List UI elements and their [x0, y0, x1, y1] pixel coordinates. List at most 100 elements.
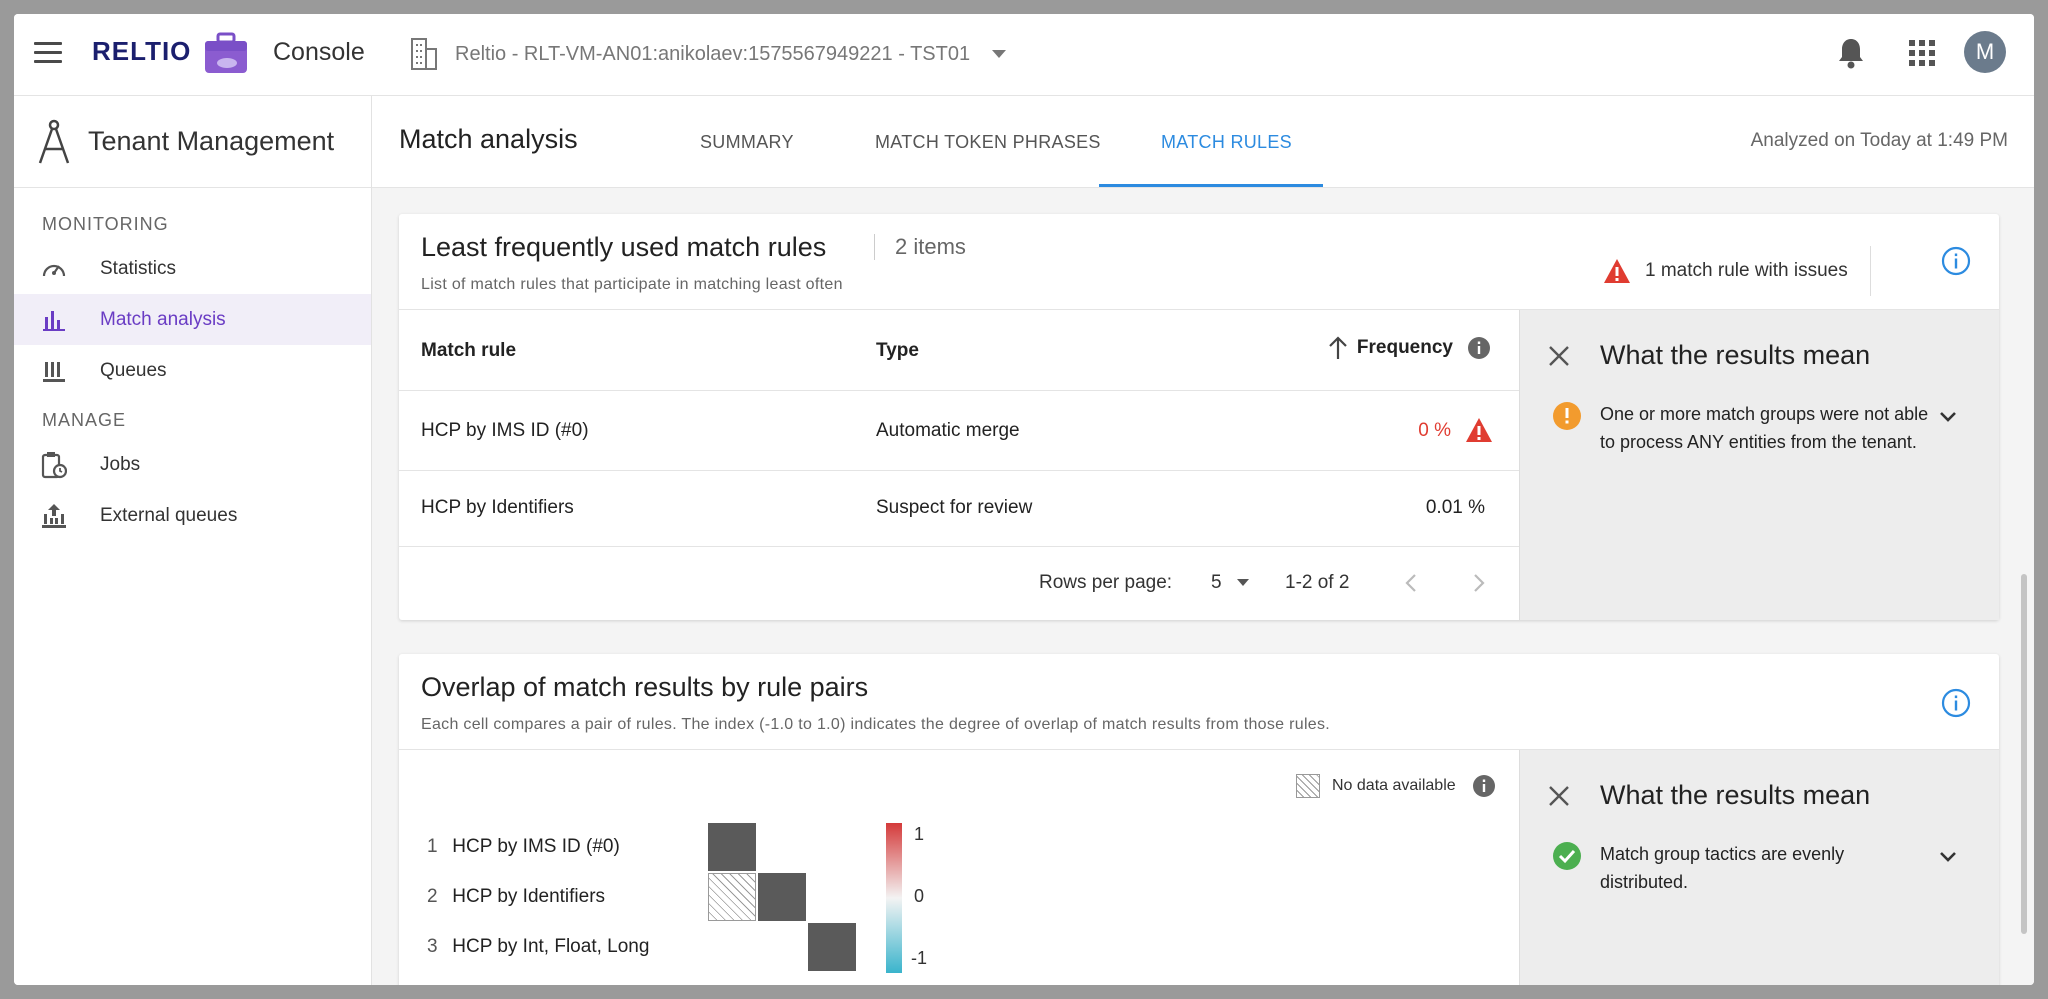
cell-type: Suspect for review — [876, 497, 1033, 518]
tenant-selector[interactable]: Reltio - RLT-VM-AN01:anikolaev:157556794… — [409, 34, 1007, 74]
app-window: RELTIO Console Reltio - RLT-VM-AN01:anik… — [14, 14, 2034, 985]
card-header: Least frequently used match rules 2 item… — [399, 214, 1999, 310]
results-meaning-panel: What the results mean One or more match … — [1519, 310, 1999, 620]
cell-type: Automatic merge — [876, 420, 1020, 441]
info-filled-icon[interactable] — [1472, 774, 1496, 798]
next-page-icon[interactable] — [1473, 573, 1485, 599]
main-content: Match analysis SUMMARY MATCH TOKEN PHRAS… — [372, 96, 2034, 985]
apps-grid-icon[interactable] — [1909, 40, 1935, 71]
tab-match-rules[interactable]: MATCH RULES — [1161, 96, 1292, 188]
close-icon[interactable] — [1548, 345, 1570, 372]
rows-per-page-value: 5 — [1211, 572, 1222, 593]
brand-logo: RELTIO — [92, 36, 192, 66]
match-rules-table: Match rule Type Frequency HCP by IMS ID … — [399, 310, 1519, 619]
scale-mid-label: 0 — [914, 886, 925, 906]
heatmap-cell[interactable] — [808, 923, 856, 971]
gauge-icon — [40, 255, 68, 283]
column-header-type[interactable]: Type — [876, 340, 919, 362]
tab-match-token-phrases[interactable]: MATCH TOKEN PHRASES — [875, 96, 1101, 188]
heatmap-row-label: 1 HCP by IMS ID (#0) — [427, 836, 620, 858]
row-label: HCP by Int, Float, Long — [452, 936, 650, 957]
card-header: Overlap of match results by rule pairs E… — [399, 654, 1999, 750]
analyzed-timestamp: Analyzed on Today at 1:49 PM — [1750, 130, 2008, 151]
chevron-down-icon[interactable] — [1939, 850, 1957, 868]
console-briefcase-icon — [203, 31, 249, 82]
issues-text: 1 match rule with issues — [1645, 260, 1848, 281]
product-name: Console — [273, 38, 365, 66]
row-label: HCP by Identifiers — [452, 886, 606, 907]
card-title: Overlap of match results by rule pairs — [421, 672, 869, 702]
sidebar-item-label: Match analysis — [100, 308, 226, 330]
page-title: Match analysis — [399, 124, 578, 154]
section-label-monitoring: MONITORING — [42, 214, 169, 234]
panel-title: What the results mean — [1600, 340, 1871, 370]
tab-summary[interactable]: SUMMARY — [700, 96, 794, 188]
page-range: 1-2 of 2 — [1285, 572, 1350, 593]
table-pagination: Rows per page: 5 1-2 of 2 — [399, 547, 1519, 619]
user-avatar[interactable]: M — [1964, 31, 2006, 73]
alert-circle-icon — [1553, 402, 1581, 430]
arrow-up-icon — [1329, 336, 1347, 359]
rows-per-page-select[interactable]: 5 — [1211, 572, 1249, 594]
page-header: Match analysis SUMMARY MATCH TOKEN PHRAS… — [372, 96, 2034, 188]
upload-queue-icon — [40, 502, 68, 530]
sidebar-item-label: External queues — [100, 504, 238, 526]
cell-rule: HCP by Identifiers — [421, 497, 574, 518]
heatmap-area: No data available 1 HCP by IMS ID (#0) 2… — [399, 750, 1519, 985]
table-row[interactable]: HCP by Identifiers Suspect for review 0.… — [399, 471, 1519, 547]
row-number: 2 — [427, 886, 438, 907]
least-used-rules-card: Least frequently used match rules 2 item… — [399, 214, 1999, 620]
sidebar: Tenant Management MONITORING Statistics … — [14, 96, 372, 985]
sidebar-item-match-analysis[interactable]: Match analysis — [14, 294, 371, 345]
column-header-frequency[interactable]: Frequency — [1327, 336, 1491, 360]
table-row[interactable]: HCP by IMS ID (#0) Automatic merge 0 % — [399, 391, 1519, 471]
queues-icon — [40, 357, 68, 385]
items-count: 2 items — [874, 234, 966, 260]
results-meaning-panel: What the results mean Match group tactic… — [1519, 750, 1999, 985]
cell-frequency: 0.01 % — [1425, 497, 1485, 518]
heatmap-row-label: 3 HCP by Int, Float, Long — [427, 936, 649, 958]
sidebar-item-queues[interactable]: Queues — [14, 345, 371, 396]
result-item: One or more match groups were not able t… — [1552, 400, 1930, 456]
building-icon — [411, 38, 437, 70]
scale-max-label: 1 — [914, 824, 925, 844]
info-icon[interactable] — [1941, 246, 1971, 281]
chevron-down-icon[interactable] — [1939, 410, 1957, 428]
check-circle-icon — [1553, 842, 1581, 870]
top-app-bar: RELTIO Console Reltio - RLT-VM-AN01:anik… — [14, 14, 2034, 96]
warning-icon — [1604, 259, 1630, 283]
cell-frequency: 0 % — [1418, 420, 1451, 441]
sidebar-item-label: Statistics — [100, 257, 177, 279]
result-item: Match group tactics are evenly distribut… — [1552, 840, 1930, 896]
heatmap-cell[interactable] — [758, 873, 806, 921]
menu-icon[interactable] — [34, 42, 62, 66]
sidebar-item-external-queues[interactable]: External queues — [14, 490, 371, 541]
sidebar-item-label: Queues — [100, 359, 167, 381]
compass-icon — [38, 119, 70, 163]
info-icon[interactable] — [1941, 688, 1971, 723]
row-number: 1 — [427, 836, 438, 857]
sidebar-item-label: Jobs — [100, 453, 141, 475]
prev-page-icon[interactable] — [1405, 573, 1417, 599]
rule-overlap-card: Overlap of match results by rule pairs E… — [399, 654, 1999, 985]
card-title: Least frequently used match rules — [421, 232, 827, 262]
info-filled-icon[interactable] — [1467, 336, 1491, 360]
row-number: 3 — [427, 936, 438, 957]
bar-chart-icon — [40, 306, 68, 334]
panel-title: What the results mean — [1600, 780, 1871, 810]
close-icon[interactable] — [1548, 785, 1570, 812]
heatmap-cell-no-data[interactable] — [708, 873, 756, 921]
frequency-label: Frequency — [1356, 337, 1453, 358]
heatmap-cell[interactable] — [708, 823, 756, 871]
page-scrollbar[interactable] — [2021, 574, 2027, 934]
column-header-rule[interactable]: Match rule — [421, 340, 516, 362]
section-label-manage: MANAGE — [42, 410, 127, 430]
sidebar-item-jobs[interactable]: Jobs — [14, 439, 371, 490]
sidebar-item-statistics[interactable]: Statistics — [14, 243, 371, 294]
rows-per-page-label: Rows per page: — [1039, 572, 1173, 593]
heatmap-legend: No data available — [1296, 774, 1496, 798]
notifications-icon[interactable] — [1836, 36, 1866, 75]
card-subtitle: Each cell compares a pair of rules. The … — [421, 716, 1331, 733]
no-data-swatch — [1296, 774, 1320, 798]
result-text: Match group tactics are evenly distribut… — [1600, 844, 1845, 892]
